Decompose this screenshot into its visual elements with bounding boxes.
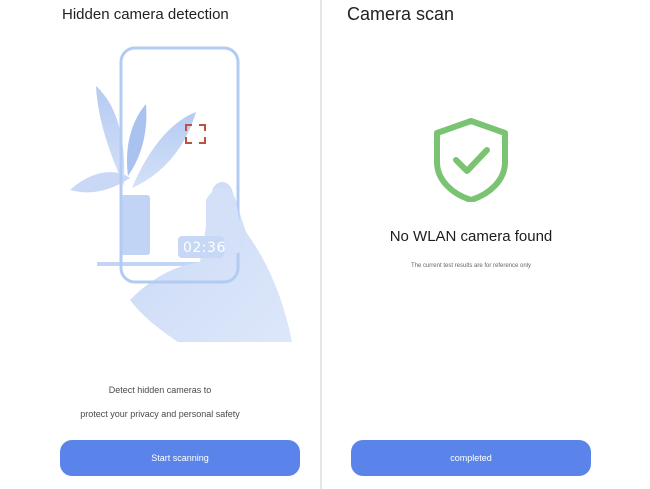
camera-detection-illustration: 02:36	[0, 0, 320, 360]
phone-hand-illustration	[70, 46, 292, 342]
completed-button[interactable]: completed	[351, 440, 591, 476]
page-title: Camera scan	[347, 4, 455, 24]
plant-pot	[120, 195, 150, 255]
scan-result-note: The current test results are for referen…	[410, 263, 532, 269]
camera-scan-screen: Camera scan No WLAN camera found The cur…	[322, 0, 650, 489]
scan-result-title: No WLAN camera found	[389, 228, 553, 245]
shield-check-icon	[432, 118, 510, 207]
start-scanning-button[interactable]: Start scanning	[60, 440, 300, 476]
description-line-1: Detect hidden cameras to	[108, 385, 212, 395]
description-line-2: protect your privacy and personal safety	[80, 409, 240, 419]
timer-label: 02:36	[183, 240, 226, 256]
app-stage: Hidden camera detection 02:36 Detect hid…	[0, 0, 650, 489]
hidden-camera-detection-screen: Hidden camera detection 02:36 Detect hid…	[0, 0, 320, 489]
